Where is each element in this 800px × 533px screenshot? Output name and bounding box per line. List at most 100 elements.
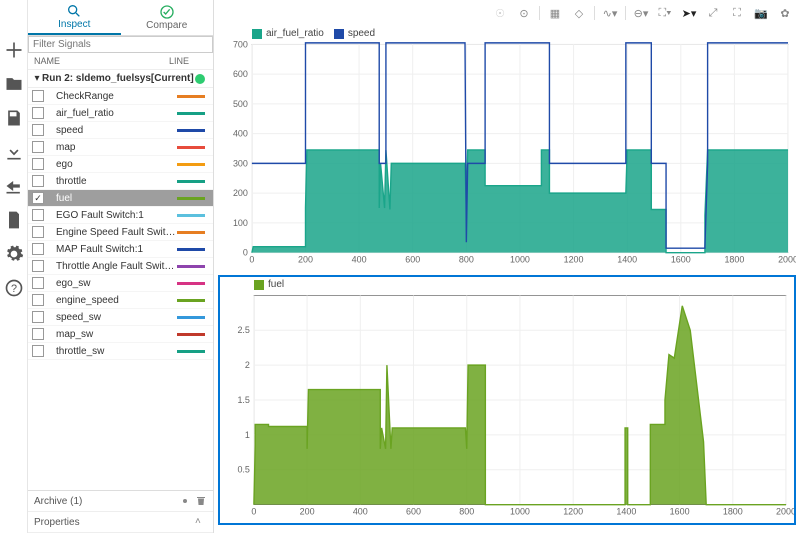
- signal-name: MAP Fault Switch:1: [50, 244, 177, 255]
- signal-row[interactable]: ego_sw: [28, 275, 213, 292]
- signal-name: speed_sw: [50, 312, 177, 323]
- checkbox[interactable]: [32, 124, 44, 136]
- tab-compare[interactable]: Compare: [121, 0, 214, 35]
- checkbox[interactable]: [32, 226, 44, 238]
- fullscreen-icon[interactable]: ⛶: [728, 4, 746, 22]
- svg-text:200: 200: [300, 507, 315, 517]
- signal-panel: Inspect Compare NAME LINE ▾ Run 2: sldem…: [28, 0, 214, 533]
- svg-text:700: 700: [233, 39, 248, 49]
- line-swatch: [177, 129, 205, 132]
- svg-text:600: 600: [233, 69, 248, 79]
- zoom-out-icon[interactable]: ⊖▾: [632, 4, 650, 22]
- checkbox[interactable]: [32, 294, 44, 306]
- import-icon[interactable]: [4, 142, 24, 162]
- check-circle-icon: [159, 4, 175, 20]
- archive-row[interactable]: Archive (1): [28, 491, 213, 512]
- signal-name: engine_speed: [50, 295, 177, 306]
- cursor-icon[interactable]: ➤▾: [680, 4, 698, 22]
- signal-row[interactable]: ego: [28, 156, 213, 173]
- svg-text:1800: 1800: [723, 507, 743, 517]
- checkbox[interactable]: [32, 158, 44, 170]
- signal-row[interactable]: EGO Fault Switch:1: [28, 207, 213, 224]
- plot-bottom[interactable]: fuel 02004006008001000120014001600180020…: [218, 275, 796, 525]
- col-line: LINE: [169, 56, 207, 66]
- document-icon[interactable]: [4, 210, 24, 230]
- signal-row[interactable]: air_fuel_ratio: [28, 105, 213, 122]
- checkbox[interactable]: ✓: [32, 192, 44, 204]
- checkbox[interactable]: [32, 243, 44, 255]
- grid-icon[interactable]: ▦: [546, 4, 564, 22]
- gear-icon[interactable]: [4, 244, 24, 264]
- signal-row[interactable]: CheckRange: [28, 88, 213, 105]
- svg-text:?: ?: [10, 283, 16, 295]
- zoom-region-icon[interactable]: ⛶▾: [656, 4, 674, 22]
- checkbox[interactable]: [32, 141, 44, 153]
- checkbox[interactable]: [32, 260, 44, 272]
- gear-icon[interactable]: [179, 495, 191, 507]
- svg-text:0.5: 0.5: [237, 465, 249, 475]
- signal-name: EGO Fault Switch:1: [50, 210, 177, 221]
- caret-down-icon: ▾: [32, 73, 42, 84]
- plot-top[interactable]: air_fuel_ratio speed 0200400600800100012…: [218, 26, 796, 271]
- line-swatch: [177, 95, 205, 98]
- svg-text:2000: 2000: [776, 507, 794, 517]
- clear-icon[interactable]: ◇: [570, 4, 588, 22]
- folder-icon[interactable]: [4, 74, 24, 94]
- legend: fuel: [254, 279, 284, 290]
- run-row[interactable]: ▾ Run 2: sldemo_fuelsys[Current]: [28, 70, 213, 88]
- line-swatch: [177, 197, 205, 200]
- camera-icon[interactable]: 📷: [752, 4, 770, 22]
- play-circle-icon[interactable]: ⊙: [515, 4, 533, 22]
- checkbox[interactable]: [32, 277, 44, 289]
- svg-text:1000: 1000: [510, 255, 530, 265]
- tab-inspect[interactable]: Inspect: [28, 0, 121, 35]
- legend-item: speed: [348, 28, 375, 39]
- help-icon[interactable]: ?: [4, 278, 24, 298]
- line-swatch: [177, 350, 205, 353]
- save-icon[interactable]: [4, 108, 24, 128]
- svg-text:0: 0: [251, 507, 256, 517]
- signal-row[interactable]: map: [28, 139, 213, 156]
- checkbox[interactable]: [32, 328, 44, 340]
- line-swatch: [177, 112, 205, 115]
- signal-name: ego: [50, 159, 177, 170]
- export-icon[interactable]: [4, 176, 24, 196]
- add-icon[interactable]: [4, 40, 24, 60]
- checkbox[interactable]: [32, 107, 44, 119]
- signal-row[interactable]: throttle: [28, 173, 213, 190]
- filter-input[interactable]: [28, 36, 213, 53]
- signal-row[interactable]: engine_speed: [28, 292, 213, 309]
- checkbox[interactable]: [32, 90, 44, 102]
- signal-row[interactable]: map_sw: [28, 326, 213, 343]
- signal-row[interactable]: ✓ fuel: [28, 190, 213, 207]
- properties-row[interactable]: Properties ˄: [28, 512, 213, 533]
- signal-wave-icon[interactable]: ∿▾: [601, 4, 619, 22]
- settings-icon[interactable]: ✿: [776, 4, 794, 22]
- run-indicator: [195, 74, 205, 84]
- run-label: Run 2: sldemo_fuelsys[Current]: [42, 73, 195, 84]
- signal-row[interactable]: Throttle Angle Fault Switch:1: [28, 258, 213, 275]
- checkbox[interactable]: [32, 345, 44, 357]
- checkbox[interactable]: [32, 209, 44, 221]
- signal-row[interactable]: speed: [28, 122, 213, 139]
- checkbox[interactable]: [32, 311, 44, 323]
- line-swatch: [177, 180, 205, 183]
- svg-text:2000: 2000: [778, 255, 796, 265]
- signal-row[interactable]: MAP Fault Switch:1: [28, 241, 213, 258]
- svg-text:500: 500: [233, 99, 248, 109]
- svg-text:2: 2: [245, 360, 250, 370]
- signal-row[interactable]: throttle_sw: [28, 343, 213, 360]
- svg-text:100: 100: [233, 218, 248, 228]
- fingerprint-icon[interactable]: ☉: [491, 4, 509, 22]
- legend-item: air_fuel_ratio: [266, 28, 324, 39]
- signal-row[interactable]: Engine Speed Fault Switch:1: [28, 224, 213, 241]
- signal-row[interactable]: speed_sw: [28, 309, 213, 326]
- fit-icon[interactable]: ⤢: [704, 4, 722, 22]
- trash-icon[interactable]: [195, 495, 207, 507]
- checkbox[interactable]: [32, 175, 44, 187]
- chevron-up-icon: ˄: [195, 516, 207, 528]
- signal-name: throttle: [50, 176, 177, 187]
- column-header: NAME LINE: [28, 53, 213, 70]
- signal-name: CheckRange: [50, 91, 177, 102]
- svg-text:0: 0: [249, 255, 254, 265]
